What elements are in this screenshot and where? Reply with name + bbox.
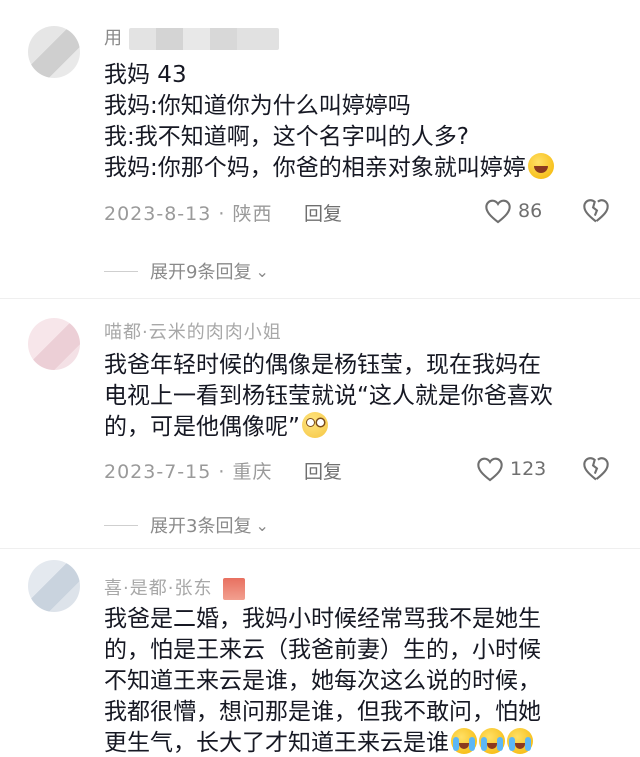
expand-label: 展开3条回复 (150, 516, 252, 537)
eye-roll-emoji (301, 412, 328, 438)
username[interactable]: 用 (104, 24, 279, 50)
comment-line: 我妈:你那个妈，你爸的相亲对象就叫婷婷 (104, 153, 624, 184)
expand-line (104, 270, 138, 272)
chevron-down-icon: ⌄ (255, 261, 269, 281)
comment-line: 的，可是他偶像呢” (104, 412, 624, 443)
comment-line: 不知道王来云是谁，她每次这么说的时候， (104, 668, 541, 694)
like-count: 86 (518, 200, 543, 222)
avatar[interactable] (28, 318, 80, 370)
heart-icon (485, 199, 511, 224)
expand-replies[interactable]: 展开3条回复 ⌄ (104, 512, 269, 538)
heart-icon (477, 457, 503, 482)
chevron-down-icon: ⌄ (255, 515, 269, 535)
like-button[interactable]: 86 (484, 197, 542, 225)
flag-badge (223, 578, 246, 600)
comment-meta: 2023-8-13 · 陕西 回复 86 (104, 197, 624, 225)
like-count: 123 (510, 458, 547, 480)
comment-line: 我爸年轻时候的偶像是杨钰莹，现在我妈在 (104, 352, 541, 378)
comment-line: 我爸是二婚，我妈小时候经常骂我不是她生 (104, 606, 541, 632)
reply-button[interactable]: 回复 (304, 199, 342, 226)
username[interactable]: 喜·是都·张东 (104, 574, 246, 600)
broken-heart-icon[interactable] (582, 197, 610, 225)
divider (0, 548, 640, 549)
comment-line: 的，怕是王来云（我爸前妻）生的，小时候 (104, 637, 541, 663)
like-button[interactable]: 123 (476, 455, 546, 483)
avatar[interactable] (28, 26, 80, 78)
reply-button[interactable]: 回复 (304, 457, 342, 484)
divider (0, 298, 640, 299)
crying-laughing-emoji (479, 728, 505, 754)
comment-text: 我爸是二婚，我妈小时候经常骂我不是她生 的，怕是王来云（我爸前妻）生的，小时候 … (104, 604, 624, 757)
avatar[interactable] (28, 560, 80, 612)
date-location: 2023-8-13 · 陕西 (104, 203, 273, 225)
comment-text: 我爸年轻时候的偶像是杨钰莹，现在我妈在 电视上一看到杨钰莹就说“这人就是你爸喜欢… (104, 350, 624, 443)
comment-line: 我都很懵，想问那是谁，但我不敢问，怕她 (104, 699, 541, 725)
comment-line: 我妈:你知道你为什么叫婷婷吗 (104, 93, 411, 119)
username-mosaic (129, 28, 279, 50)
comment-line: 电视上一看到杨钰莹就说“这人就是你爸喜欢 (104, 383, 553, 409)
comment-meta: 2023-7-15 · 重庆 回复 123 (104, 455, 624, 483)
expand-line (104, 524, 138, 526)
expand-replies[interactable]: 展开9条回复 ⌄ (104, 258, 269, 284)
comment-line: 我:我不知道啊，这个名字叫的人多? (104, 124, 469, 150)
username[interactable]: 喵都·云米的肉肉小姐 (104, 318, 282, 344)
crying-laughing-emoji (451, 728, 477, 754)
comment-text: 我妈 43 我妈:你知道你为什么叫婷婷吗 我:我不知道啊，这个名字叫的人多? 我… (104, 60, 624, 184)
date-location: 2023-7-15 · 重庆 (104, 461, 273, 483)
broken-heart-icon[interactable] (582, 455, 610, 483)
expand-label: 展开9条回复 (150, 262, 252, 283)
crying-laughing-emoji (507, 728, 533, 754)
grinning-sweat-emoji (527, 153, 554, 179)
comment-line: 我妈 43 (104, 62, 187, 88)
comment-line: 更生气，长大了才知道王来云是谁 (104, 728, 624, 757)
